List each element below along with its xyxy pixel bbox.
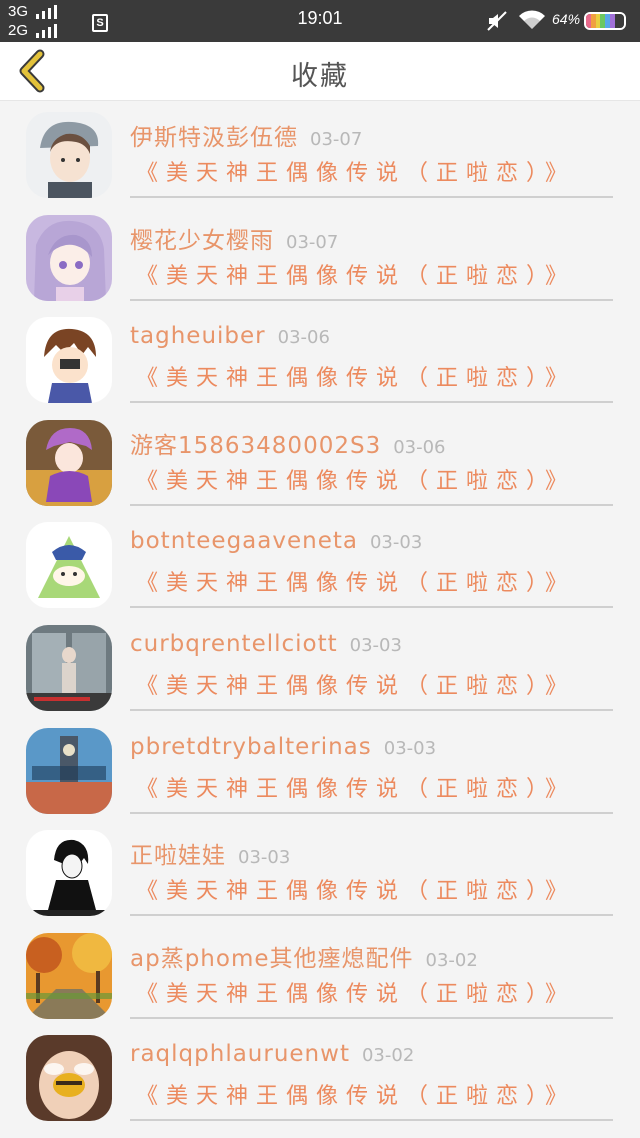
- item-title-link[interactable]: 《美天神王偶像传说（正啦恋）》: [136, 258, 575, 290]
- divider: [130, 914, 613, 917]
- divider: [130, 606, 613, 609]
- item-date: 03-03: [369, 532, 423, 554]
- divider: [130, 1119, 613, 1122]
- user-name: ap蒸phome其他瘗熄配件: [130, 945, 414, 972]
- item-title-link[interactable]: 《美天神王偶像传说（正啦恋）》: [136, 565, 575, 597]
- item-title-link[interactable]: 《美天神王偶像传说（正啦恋）》: [136, 155, 575, 187]
- list-item[interactable]: 伊斯特汲彭伍德 03-07 《美天神王偶像传说（正啦恋）》: [0, 100, 640, 203]
- divider: [130, 708, 613, 711]
- list-item[interactable]: 正啦娃娃 03-03 《美天神王偶像传说（正啦恋）》: [0, 818, 640, 921]
- wifi-icon: [519, 10, 545, 29]
- item-title-link[interactable]: 《美天神王偶像传说（正啦恋）》: [136, 668, 575, 700]
- item-date: 03-06: [393, 436, 446, 458]
- item-date: 03-02: [361, 1045, 415, 1067]
- avatar: [26, 624, 112, 711]
- item-title-link[interactable]: 《美天神王偶像传说（正啦恋）》: [136, 463, 575, 495]
- item-date: 03-02: [425, 949, 478, 971]
- divider: [130, 298, 613, 301]
- divider: [130, 1016, 613, 1019]
- item-date: 03-07: [286, 231, 339, 253]
- item-title-link[interactable]: 《美天神王偶像传说（正啦恋）》: [136, 360, 575, 392]
- header: 收藏: [0, 42, 640, 101]
- avatar: [26, 830, 112, 917]
- user-name: curbqrentellciott: [130, 630, 338, 657]
- divider: [130, 401, 613, 404]
- item-date: 03-03: [349, 634, 402, 656]
- status-bar: 3G 2G S 19:01 64%: [0, 0, 640, 42]
- avatar: [26, 1035, 112, 1122]
- status-icons: 64%: [472, 8, 632, 34]
- list-item[interactable]: 樱花少女樱雨 03-07 《美天神王偶像传说（正啦恋）》: [0, 203, 640, 306]
- user-name: tagheuiber: [130, 323, 266, 350]
- avatar: [26, 932, 112, 1019]
- list-item[interactable]: raqlqphlauruenwt 03-02 《美天神王偶像传说（正啦恋）》: [0, 1023, 640, 1126]
- avatar: [26, 522, 112, 609]
- user-name: botnteegaaveneta: [130, 528, 358, 555]
- user-name: raqlqphlauruenwt: [130, 1041, 350, 1068]
- item-title-link[interactable]: 《美天神王偶像传说（正啦恋）》: [136, 873, 575, 905]
- item-date: 03-03: [238, 847, 291, 869]
- item-title-link[interactable]: 《美天神王偶像传说（正啦恋）》: [136, 1078, 575, 1110]
- user-name: 樱花少女樱雨: [130, 227, 274, 254]
- user-name: 正啦娃娃: [130, 843, 226, 870]
- divider: [130, 196, 613, 198]
- item-date: 03-06: [277, 327, 330, 349]
- user-name: 伊斯特汲彭伍德: [130, 125, 298, 151]
- list-item[interactable]: tagheuiber 03-06 《美天神王偶像传说（正啦恋）》: [0, 305, 640, 408]
- avatar: [26, 214, 112, 301]
- avatar: [26, 112, 112, 198]
- user-name: pbretdtrybalterinas: [130, 733, 372, 760]
- avatar: [26, 727, 112, 814]
- item-title-link[interactable]: 《美天神王偶像传说（正啦恋）》: [136, 771, 575, 803]
- user-name: 游客15863480002S3: [130, 432, 382, 459]
- mute-icon: [487, 11, 507, 31]
- list-item[interactable]: 游客15863480002S3 03-06 《美天神王偶像传说（正啦恋）》: [0, 408, 640, 511]
- avatar: [26, 419, 112, 506]
- battery-icon: [584, 12, 626, 30]
- page-title: 收藏: [291, 61, 349, 92]
- item-date: 03-03: [383, 737, 437, 759]
- item-date: 03-07: [310, 129, 363, 150]
- favorites-list: 伊斯特汲彭伍德 03-07 《美天神王偶像传说（正啦恋）》 樱花少女樱雨 03-07…: [0, 100, 640, 1126]
- battery-level: 64%: [552, 11, 581, 27]
- list-item[interactable]: curbqrentellciott 03-03 《美天神王偶像传说（正啦恋）》: [0, 613, 640, 716]
- divider: [130, 811, 613, 814]
- list-item[interactable]: pbretdtrybalterinas 03-03 《美天神王偶像传说（正啦恋）》: [0, 716, 640, 819]
- list-item[interactable]: botnteegaaveneta 03-03 《美天神王偶像传说（正啦恋）》: [0, 510, 640, 613]
- avatar: [26, 317, 112, 404]
- divider: [130, 503, 613, 506]
- item-title-link[interactable]: 《美天神王偶像传说（正啦恋）》: [136, 976, 575, 1008]
- list-item[interactable]: ap蒸phome其他瘗熄配件 03-02 《美天神王偶像传说（正啦恋）》: [0, 921, 640, 1024]
